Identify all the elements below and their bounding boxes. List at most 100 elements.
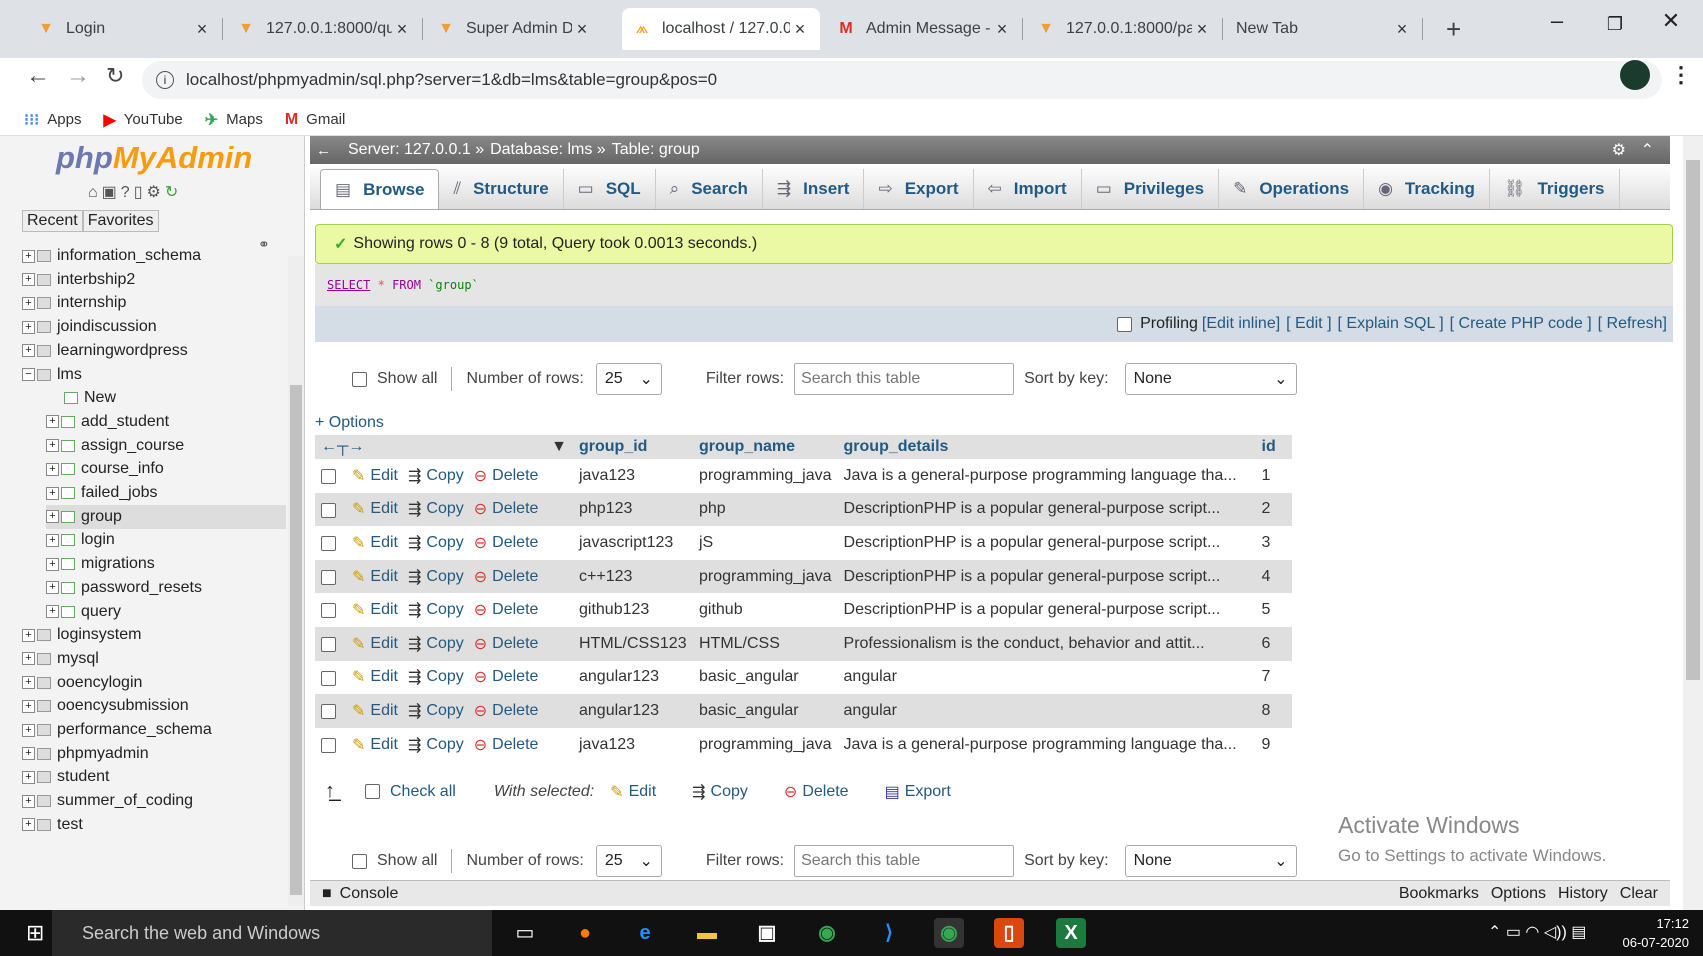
expand-icon[interactable]: + (22, 794, 35, 808)
expand-icon[interactable]: + (46, 557, 59, 571)
explain-sql-link[interactable]: [ Explain SQL ] (1338, 315, 1444, 333)
expand-icon[interactable]: + (46, 533, 59, 547)
tray-icons[interactable]: ⌃ ▭ ◠ ◁)) ▤ (1488, 922, 1586, 942)
table-cell[interactable]: basic_angular (693, 661, 838, 695)
tab-search[interactable]: ⌕ Search (656, 169, 763, 209)
column-header[interactable]: id (1255, 435, 1292, 459)
tree-label[interactable]: New (84, 389, 116, 407)
expand-icon[interactable]: + (22, 747, 35, 761)
info-icon[interactable]: i (156, 71, 174, 89)
table-cell[interactable]: c++123 (573, 559, 693, 594)
table-cell[interactable]: 8 (1255, 694, 1292, 728)
tree-item[interactable]: + mysql (22, 647, 99, 671)
table-cell[interactable]: Professionalism is the conduct, behavior… (837, 626, 1256, 661)
bulk-export-button[interactable]: ▤ Export (885, 782, 951, 802)
expand-icon[interactable]: + (46, 510, 59, 524)
tree-label[interactable]: course_info (81, 460, 164, 478)
show-all-label[interactable]: Show all (377, 370, 437, 388)
show-all-label[interactable]: Show all (377, 852, 437, 870)
tree-label[interactable]: lms (57, 366, 82, 384)
row-copy-button[interactable]: ⇶ Copy (408, 567, 464, 587)
tree-label[interactable]: add_student (81, 413, 169, 431)
browser-tab[interactable]: M Admin Message - × (826, 8, 1022, 50)
firefox-icon[interactable]: ● (570, 918, 600, 948)
table-cell[interactable]: HTML/CSS123 (573, 626, 693, 661)
create-php-link[interactable]: [ Create PHP code ] (1450, 315, 1592, 333)
tree-label[interactable]: mysql (57, 650, 99, 668)
row-checkbox[interactable] (321, 603, 336, 619)
expand-icon[interactable]: + (22, 628, 35, 642)
column-header[interactable]: group_details (837, 435, 1256, 459)
table-cell[interactable]: php123 (573, 492, 693, 527)
tab-insert[interactable]: ⇶ Insert (763, 169, 865, 209)
row-delete-button[interactable]: ⊖ Delete (474, 701, 539, 721)
settings-gear-icon[interactable]: ⚙ (1612, 140, 1626, 160)
tab-structure[interactable]: ⫽ Structure (439, 169, 564, 209)
table-cell[interactable]: programming_java (693, 728, 838, 762)
row-checkbox[interactable] (321, 569, 336, 585)
row-checkbox[interactable] (321, 469, 336, 485)
table-cell[interactable]: DescriptionPHP is a popular general-purp… (838, 593, 1256, 627)
row-delete-button[interactable]: ⊖ Delete (474, 499, 539, 519)
maximize-button[interactable]: ❐ (1592, 14, 1638, 54)
menu-icon[interactable]: ⋮ (1670, 62, 1692, 88)
row-checkbox[interactable] (321, 637, 336, 653)
tab-triggers[interactable]: ⛓ Triggers (1490, 169, 1620, 209)
table-cell[interactable]: angular123 (573, 694, 693, 728)
tree-label[interactable]: information_schema (57, 247, 201, 265)
table-row[interactable]: ✎ Edit ⇶ Copy ⊖ Delete angular123 basic_angular… (315, 694, 1292, 728)
tree-item[interactable]: + ooencylogin (22, 671, 142, 695)
console-clear[interactable]: Clear (1620, 885, 1658, 903)
logout-icon[interactable]: ▣ (102, 184, 121, 201)
expand-icon[interactable]: + (22, 818, 35, 832)
tree-label[interactable]: migrations (81, 555, 155, 573)
browser-tab[interactable]: ⩕ localhost / 127.0.0 × (622, 8, 820, 50)
close-tab-icon[interactable]: × (1392, 19, 1412, 40)
settings-icon[interactable]: ⚙ (147, 184, 165, 201)
table-cell[interactable]: 6 (1255, 626, 1292, 661)
tree-label[interactable]: group (81, 508, 122, 526)
profiling-checkbox[interactable] (1117, 316, 1133, 332)
row-copy-button[interactable]: ⇶ Copy (408, 600, 464, 620)
rows-select-bottom[interactable]: 25 ⌄ (595, 845, 662, 877)
tree-label[interactable]: summer_of_coding (57, 792, 193, 810)
collapse-top-icon[interactable]: ⌃ (1641, 140, 1654, 160)
back-button[interactable]: ← (26, 62, 50, 90)
windows-start-icon[interactable]: ⊞ (26, 920, 44, 946)
row-checkbox[interactable] (321, 670, 336, 686)
filter-input[interactable]: Search this table (794, 363, 1015, 395)
table-cell[interactable]: java123 (573, 728, 693, 762)
show-all-checkbox-bottom[interactable] (352, 853, 367, 869)
tree-item[interactable]: + summer_of_coding (22, 789, 193, 813)
table-cell[interactable]: 5 (1256, 593, 1292, 627)
tab-tracking[interactable]: ◉ Tracking (1364, 169, 1490, 209)
expand-icon[interactable]: + (46, 605, 59, 618)
tree-label[interactable]: login (81, 531, 115, 549)
show-all-checkbox[interactable] (352, 371, 367, 387)
new-tab-button[interactable]: + (1436, 8, 1476, 50)
favorites-button[interactable]: Favorites (82, 210, 159, 232)
table-cell[interactable]: 7 (1256, 661, 1292, 695)
table-cell[interactable]: Java is a general-purpose programming la… (838, 459, 1256, 493)
tab-sql[interactable]: ▭ SQL (564, 169, 656, 209)
table-cell[interactable]: github (693, 593, 838, 627)
file-explorer-icon[interactable]: ▬ (692, 918, 722, 948)
column-arrows-header[interactable]: ←┬→ ▼ (315, 435, 573, 459)
row-edit-button[interactable]: ✎ Edit (352, 701, 398, 721)
chrome-active-icon[interactable]: ◉ (934, 918, 964, 948)
table-cell[interactable]: 2 (1255, 492, 1292, 527)
check-all-checkbox[interactable] (365, 784, 380, 799)
table-cell[interactable]: github123 (573, 593, 693, 627)
table-cell[interactable]: angular (837, 694, 1256, 728)
row-edit-button[interactable]: ✎ Edit (352, 466, 398, 486)
tree-label[interactable]: assign_course (81, 437, 184, 455)
tree-item[interactable]: + performance_schema (22, 718, 212, 742)
row-checkbox[interactable] (321, 502, 336, 518)
table-cell[interactable]: programming_java (693, 459, 838, 493)
console-label[interactable]: Console (340, 885, 399, 903)
row-copy-button[interactable]: ⇶ Copy (408, 735, 464, 755)
table-cell[interactable]: programming_java (693, 559, 838, 594)
row-copy-button[interactable]: ⇶ Copy (408, 499, 464, 519)
column-header[interactable]: group_name (693, 435, 838, 459)
breadcrumb-table[interactable]: Table: group (612, 141, 700, 159)
